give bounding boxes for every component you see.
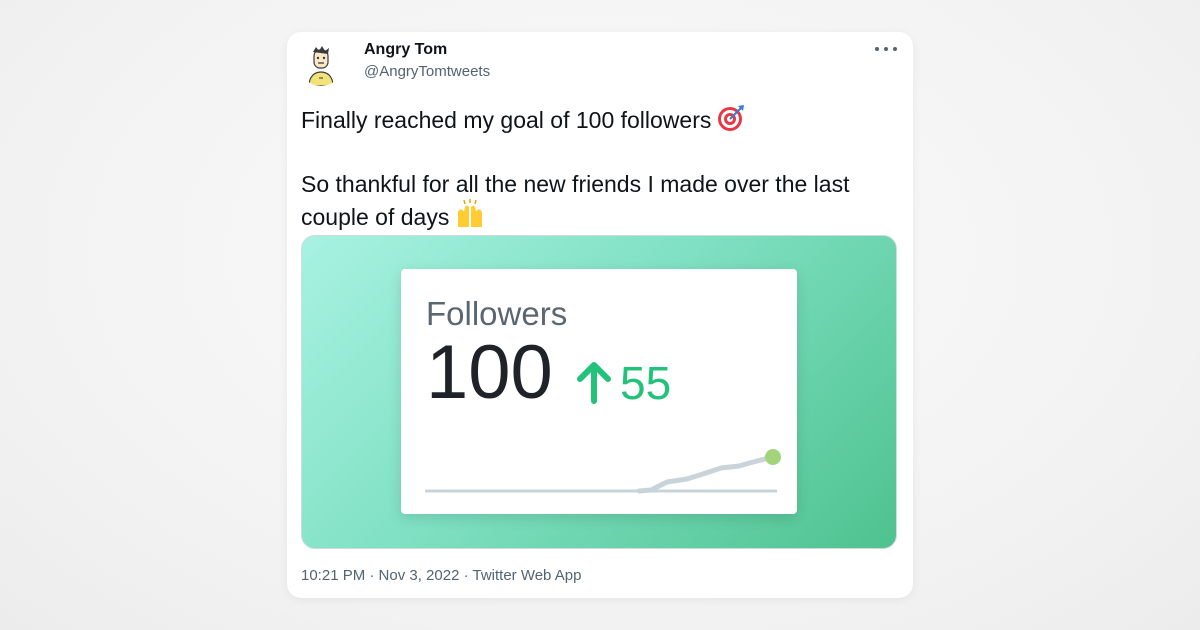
tweet-text: Finally reached my goal of 100 followers… [301,104,899,236]
media-image[interactable]: Followers 100 55 [301,235,897,549]
follower-delta: 55 [620,357,672,409]
tweet-line-2: So thankful for all the new friends I ma… [301,169,899,236]
arrow-up-icon [577,362,611,404]
card-title: Followers [426,295,568,332]
follower-count: 100 [426,330,553,415]
raising-hands-icon [455,199,485,236]
avatar-illustration-icon [299,42,343,86]
avatar[interactable] [299,42,343,86]
tweet-timestamp[interactable]: 10:21 PM · Nov 3, 2022 · Twitter Web App [301,567,581,584]
more-options-icon[interactable] [875,42,897,56]
follower-sparkline [425,449,781,494]
author-handle[interactable]: @AngryTomtweets [364,63,490,80]
sparkline-endpoint [765,449,781,465]
direct-hit-icon [717,104,745,139]
tweet-card: Angry Tom @AngryTomtweets Finally reache… [287,32,913,598]
followers-card: Followers 100 55 [401,269,797,514]
tweet-line-1: Finally reached my goal of 100 followers [301,104,899,139]
author-name[interactable]: Angry Tom [364,41,447,59]
